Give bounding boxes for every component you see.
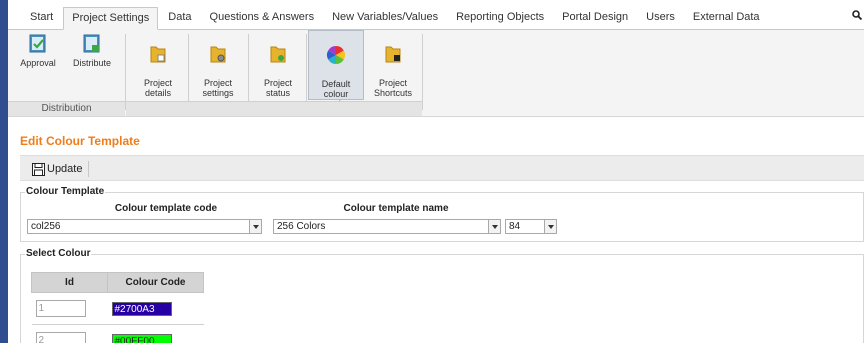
tab-start[interactable]: Start <box>22 7 61 29</box>
tab-new-variables-values[interactable]: New Variables/Values <box>324 7 446 29</box>
tab-project-settings[interactable]: Project Settings <box>63 7 159 30</box>
select-colour-legend: Select Colour <box>25 248 92 259</box>
chevron-down-icon[interactable] <box>544 220 556 233</box>
toolbar: Update <box>20 155 864 181</box>
colour-table: Id Colour Code 1 #2700A3 2 #00FF00 <box>31 272 204 343</box>
update-label: Update <box>47 163 83 175</box>
approval-button[interactable]: Approval <box>14 30 62 100</box>
colour-code-value[interactable]: #2700A3 <box>111 301 172 316</box>
page-title: Edit Colour Template <box>20 134 140 148</box>
colour-template-code-select[interactable]: col256 <box>27 219 262 234</box>
colour-code-value[interactable]: #00FF00 <box>111 333 172 343</box>
colour-template-legend: Colour Template <box>25 186 106 197</box>
distribute-button[interactable]: Distribute <box>66 30 118 100</box>
project-settings-label: Project settings <box>202 78 234 98</box>
id-input[interactable]: 1 <box>35 300 86 317</box>
ribbon-separator <box>422 34 423 110</box>
left-accent-bar <box>0 0 8 343</box>
project-shortcuts-icon <box>385 46 401 63</box>
colour-template-code-header: Colour template code <box>114 203 218 214</box>
project-settings-icon <box>210 46 226 63</box>
tab-reporting-objects[interactable]: Reporting Objects <box>448 7 552 29</box>
default-colour-template-button[interactable]: Default colour template <box>308 30 364 109</box>
ribbon-separator <box>248 34 249 110</box>
ribbon-separator <box>188 34 189 110</box>
select-colour-section: Select Colour Id Colour Code 1 #2700A3 2… <box>20 248 864 343</box>
ribbon-group-project <box>126 101 422 116</box>
project-status-label: Project status <box>263 78 292 98</box>
id-cell: 2 <box>31 324 108 343</box>
main-tabs: Start Project Settings Data Questions & … <box>8 0 864 30</box>
table-row[interactable]: 2 #00FF00 <box>31 324 204 343</box>
colour-code-column-header: Colour Code <box>107 272 204 293</box>
colour-code-cell: #00FF00 <box>107 324 204 343</box>
colour-template-code-value: col256 <box>31 221 61 232</box>
id-input[interactable]: 2 <box>35 332 86 343</box>
id-cell: 1 <box>31 292 108 325</box>
colour-template-name-select[interactable]: 256 Colors <box>273 219 501 234</box>
tab-external-data[interactable]: External Data <box>685 7 768 29</box>
project-status-icon <box>270 46 286 63</box>
approval-icon <box>29 34 46 53</box>
app-window: Start Project Settings Data Questions & … <box>8 0 864 343</box>
distribute-label: Distribute <box>72 58 111 68</box>
table-row[interactable]: 1 #2700A3 <box>31 292 204 325</box>
distribute-icon <box>83 34 100 53</box>
colour-template-name-header: Colour template name <box>343 203 449 214</box>
tab-questions-answers[interactable]: Questions & Answers <box>202 7 323 29</box>
colour-count-value: 84 <box>509 221 521 232</box>
project-status-button[interactable]: Project status <box>252 30 304 100</box>
project-details-label: Project details <box>143 78 172 98</box>
update-button[interactable]: Update <box>32 161 90 177</box>
chevron-down-icon[interactable] <box>249 220 261 233</box>
colour-code-cell: #2700A3 <box>107 292 204 325</box>
ribbon-separator <box>306 34 307 110</box>
ribbon: Approval Distribute Project details Proj… <box>8 30 864 117</box>
project-shortcuts-button[interactable]: Project Shortcuts <box>366 30 420 100</box>
chevron-down-icon[interactable] <box>488 220 500 233</box>
tab-portal-design[interactable]: Portal Design <box>554 7 636 29</box>
project-details-icon <box>150 46 166 63</box>
search-icon[interactable] <box>852 10 862 20</box>
colour-wheel-icon <box>326 46 346 64</box>
colour-template-name-value: 256 Colors <box>277 221 326 232</box>
colour-template-section: Colour Template Colour template code Col… <box>20 186 864 242</box>
id-column-header: Id <box>31 272 108 293</box>
save-icon <box>32 162 45 176</box>
project-details-button[interactable]: Project details <box>132 30 184 100</box>
tab-users[interactable]: Users <box>638 7 683 29</box>
project-settings-button[interactable]: Project settings <box>192 30 244 100</box>
project-shortcuts-label: Project Shortcuts <box>373 78 413 98</box>
ribbon-group-distribution: Distribution <box>8 101 125 116</box>
approval-label: Approval <box>20 58 56 68</box>
tab-data[interactable]: Data <box>160 7 199 29</box>
ribbon-separator <box>125 34 126 110</box>
colour-count-select[interactable]: 84 <box>505 219 557 234</box>
